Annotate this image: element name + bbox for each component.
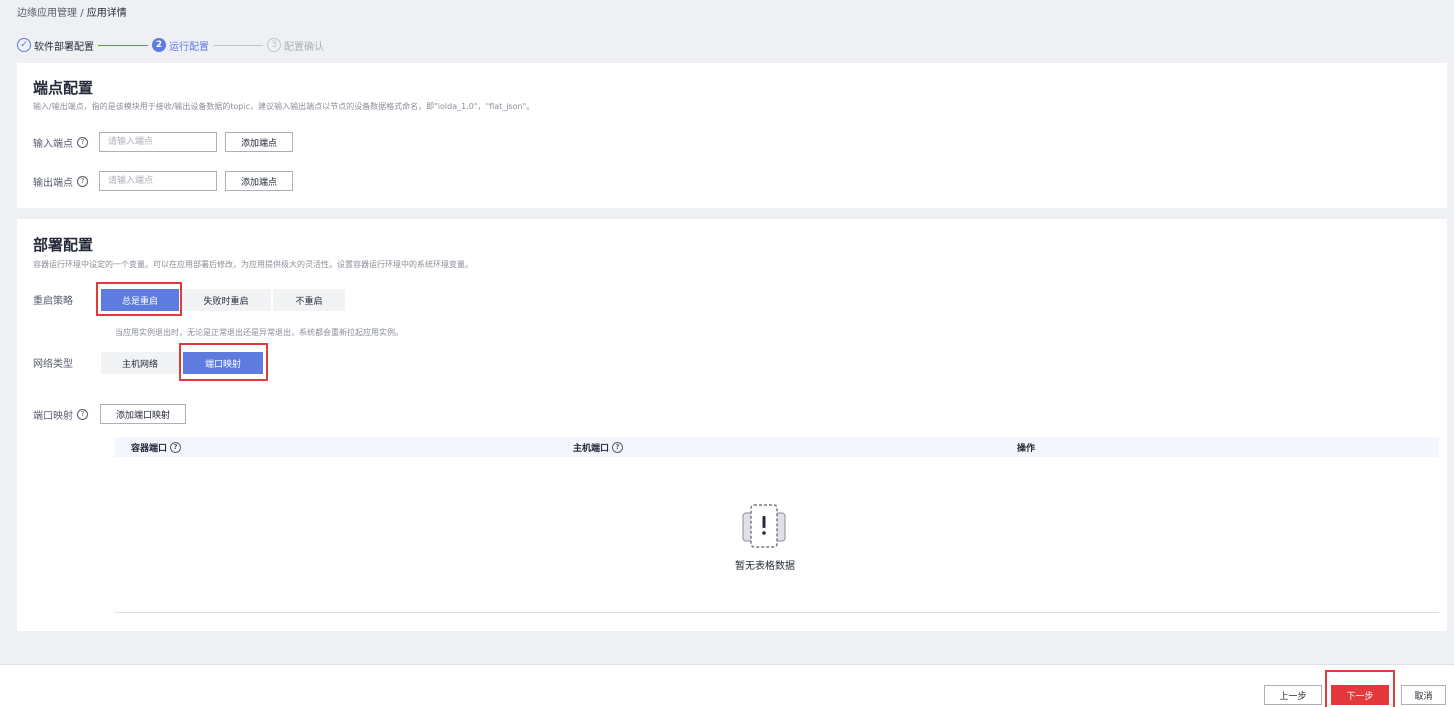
add-port-mapping-button[interactable]: 添加端口映射 <box>100 404 186 424</box>
step-runtime-config: 2 运行配置 <box>152 38 209 53</box>
host-network-option[interactable]: 主机网络 <box>101 352 179 374</box>
step-connector <box>213 44 263 46</box>
empty-data-icon <box>742 504 786 548</box>
section-description: 输入/输出端点，指的是该模块用于接收/输出设备数据的topic，建议输入输出端点… <box>33 102 535 111</box>
help-icon[interactable]: ? <box>77 408 88 420</box>
previous-step-button[interactable]: 上一步 <box>1264 685 1322 705</box>
header-text: 主机端口 <box>573 443 610 454</box>
table-bottom-divider <box>115 612 1439 613</box>
step-number: 3 <box>267 38 281 52</box>
network-type-label: 网络类型 <box>33 352 73 372</box>
step-label: 配置确认 <box>284 41 324 53</box>
input-endpoint-label: 输入端点 ? <box>33 132 88 152</box>
label-text: 端口映射 <box>33 410 73 422</box>
label-text: 输入端点 <box>33 138 73 150</box>
label-text: 网络类型 <box>33 358 73 370</box>
header-text: 容器端口 <box>131 443 168 454</box>
column-header-actions: 操作 <box>1017 437 1035 457</box>
port-mapping-label: 端口映射 ? <box>33 404 88 424</box>
check-circle-icon: ✓ <box>17 38 31 52</box>
breadcrumb: 边缘应用管理 / 应用详情 <box>17 6 127 22</box>
add-input-endpoint-button[interactable]: 添加端点 <box>225 132 293 152</box>
step-indicator: ✓ 软件部署配置 2 运行配置 3 配置确认 <box>17 37 324 53</box>
restart-hint: 当应用实例退出时，无论是正常退出还是异常退出，系统都会重新拉起应用实例。 <box>115 328 403 337</box>
highlight-box <box>96 282 182 316</box>
step-number: 2 <box>152 38 166 52</box>
section-title: 部署配置 <box>33 236 94 254</box>
label-text: 输出端点 <box>33 177 73 189</box>
input-endpoint-field[interactable] <box>99 132 217 152</box>
section-description: 容器运行环境中设定的一个变量。可以在应用部署后修改，为应用提供极大的灵活性。设置… <box>33 260 473 269</box>
help-icon[interactable]: ? <box>77 175 88 187</box>
header-text: 操作 <box>1017 443 1036 454</box>
help-icon[interactable]: ? <box>612 441 624 453</box>
section-title: 端点配置 <box>33 79 94 97</box>
step-software-deploy: ✓ 软件部署配置 <box>17 38 94 53</box>
step-confirm: 3 配置确认 <box>267 38 324 53</box>
restart-never-option[interactable]: 不重启 <box>273 289 345 311</box>
step-label: 运行配置 <box>169 41 209 53</box>
column-header-host-port: 主机端口 ? <box>573 437 624 457</box>
output-endpoint-label: 输出端点 ? <box>33 171 88 191</box>
footer-bar: 上一步 下一步 取消 <box>0 664 1454 707</box>
help-icon[interactable]: ? <box>77 136 88 148</box>
endpoint-config-card: 端点配置 输入/输出端点，指的是该模块用于接收/输出设备数据的topic，建议输… <box>17 63 1447 208</box>
label-text: 重启策略 <box>33 295 73 307</box>
breadcrumb-parent[interactable]: 边缘应用管理 <box>17 8 77 19</box>
step-label: 软件部署配置 <box>34 41 94 53</box>
restart-on-failure-option[interactable]: 失败时重启 <box>181 289 271 311</box>
highlight-box <box>1325 670 1395 707</box>
add-output-endpoint-button[interactable]: 添加端点 <box>225 171 293 191</box>
restart-policy-label: 重启策略 <box>33 289 73 309</box>
breadcrumb-current: 应用详情 <box>86 8 127 19</box>
help-icon[interactable]: ? <box>170 441 182 453</box>
empty-table-text: 暂无表格数据 <box>735 561 795 572</box>
highlight-box <box>179 343 268 381</box>
breadcrumb-separator: / <box>80 8 84 19</box>
cancel-button[interactable]: 取消 <box>1401 685 1446 705</box>
deploy-config-card: 部署配置 容器运行环境中设定的一个变量。可以在应用部署后修改，为应用提供极大的灵… <box>17 219 1447 631</box>
column-header-container-port: 容器端口 ? <box>131 437 182 457</box>
port-mapping-table-header: 容器端口 ? 主机端口 ? 操作 <box>115 437 1439 457</box>
step-connector <box>98 44 148 46</box>
output-endpoint-field[interactable] <box>99 171 217 191</box>
